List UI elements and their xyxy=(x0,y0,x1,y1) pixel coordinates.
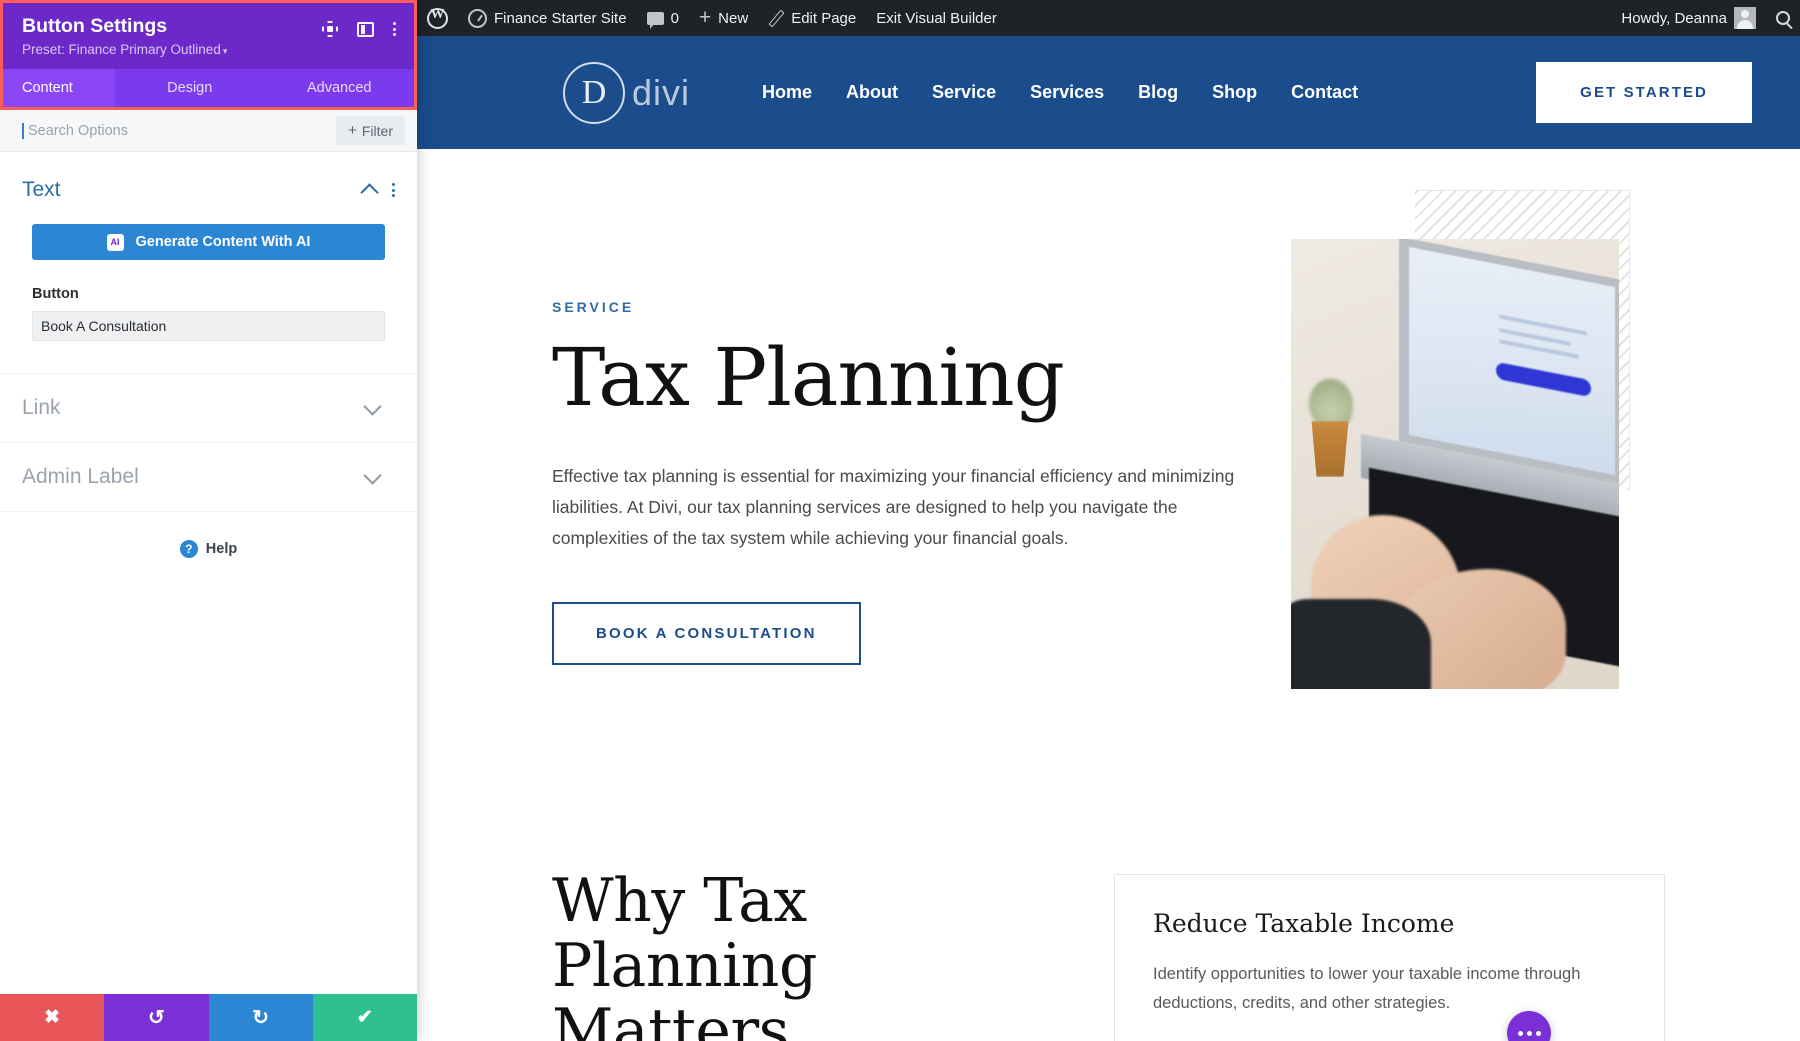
panel-footer-actions: ✖ ↺ ↻ ✔ xyxy=(0,994,417,1041)
undo-icon: ↺ xyxy=(147,1006,165,1029)
button-field-label: Button xyxy=(32,286,79,303)
howdy-label: Howdy, Deanna xyxy=(1621,9,1727,27)
account-menu[interactable]: Howdy, Deanna xyxy=(1611,0,1766,36)
tab-content[interactable]: Content xyxy=(0,69,115,108)
why-title: Why Tax Planning Matters xyxy=(552,866,817,1041)
help-link[interactable]: ? Help xyxy=(0,512,417,586)
wp-logo-menu[interactable] xyxy=(417,0,458,36)
more-options-icon[interactable] xyxy=(393,22,396,36)
checkmark-icon: ✔ xyxy=(356,1007,373,1028)
exit-visual-builder-label: Exit Visual Builder xyxy=(876,9,997,27)
site-logo[interactable]: D divi xyxy=(563,61,691,124)
nav-item-about[interactable]: About xyxy=(829,82,915,103)
section-options-icon[interactable] xyxy=(392,183,395,198)
panel-preset-selector[interactable]: Preset: Finance Primary Outlined ▾ xyxy=(22,42,322,57)
button-settings-panel: Button Settings Preset: Finance Primary … xyxy=(0,0,417,1041)
comment-bubble-icon xyxy=(646,11,664,29)
section-text-title: Text xyxy=(22,178,61,202)
section-admin-label-title: Admin Label xyxy=(22,465,139,489)
primary-navigation: Home About Service Services Blog Shop Co… xyxy=(745,82,1375,103)
dashboard-icon xyxy=(468,8,487,28)
visual-builder-canvas: D divi Home About Service Services Blog … xyxy=(417,36,1800,1041)
new-content-menu[interactable]: + New xyxy=(689,0,758,36)
hero-image-column xyxy=(1272,190,1665,689)
nav-item-blog[interactable]: Blog xyxy=(1121,82,1195,103)
panel-body: Text AI Generate Content With AI Button … xyxy=(0,152,417,994)
panel-header: Button Settings Preset: Finance Primary … xyxy=(0,0,414,70)
plus-icon: + xyxy=(698,5,712,29)
panel-header-highlight: Button Settings Preset: Finance Primary … xyxy=(0,0,417,111)
ai-button-label: Generate Content With AI xyxy=(135,234,311,251)
why-cards-column: Reduce Taxable Income Identify opportuni… xyxy=(1114,869,1665,1041)
site-name-label: Finance Starter Site xyxy=(494,9,627,27)
generate-content-with-ai-button[interactable]: AI Generate Content With AI xyxy=(32,224,385,261)
card-title: Reduce Taxable Income xyxy=(1153,909,1455,938)
layout-panel-icon[interactable] xyxy=(357,21,374,37)
section-text: Text AI Generate Content With AI Button … xyxy=(0,152,417,375)
section-link-title: Link xyxy=(22,396,61,420)
filter-label: Filter xyxy=(361,122,393,139)
tab-advanced[interactable]: Advanced xyxy=(265,69,415,107)
why-text-column: Why Tax Planning Matters Tax planning in… xyxy=(552,869,1032,1041)
comments-count: 0 xyxy=(670,9,679,27)
plus-icon: + xyxy=(348,122,357,140)
nav-item-home[interactable]: Home xyxy=(745,82,829,103)
focus-target-icon[interactable] xyxy=(322,21,338,37)
site-logo-text: divi xyxy=(632,71,691,113)
divi-logo-icon: D xyxy=(563,61,625,124)
user-avatar-icon xyxy=(1734,7,1756,29)
chevron-down-icon[interactable] xyxy=(363,397,382,416)
hero-eyebrow: SERVICE xyxy=(552,299,635,315)
chevron-up-icon[interactable] xyxy=(360,183,379,202)
admin-search-button[interactable] xyxy=(1766,0,1800,36)
undo-button[interactable]: ↺ xyxy=(104,994,209,1041)
panel-title: Button Settings xyxy=(22,15,168,37)
section-admin-label[interactable]: Admin Label xyxy=(0,443,417,513)
site-name-menu[interactable]: Finance Starter Site xyxy=(458,0,637,36)
button-text-input[interactable]: Book A Consultation xyxy=(32,311,385,342)
redo-icon: ↻ xyxy=(252,1006,269,1029)
site-header: D divi Home About Service Services Blog … xyxy=(417,36,1800,149)
hero-section: SERVICE Tax Planning Effective tax plann… xyxy=(417,149,1800,869)
hero-title: Tax Planning xyxy=(552,331,1065,424)
comments-menu[interactable]: 0 xyxy=(637,0,689,36)
search-row: + Filter xyxy=(0,110,417,153)
panel-preset-label: Preset: Finance Primary Outlined xyxy=(22,42,221,58)
hero-paragraph: Effective tax planning is essential for … xyxy=(552,465,1235,548)
card-body: Identify opportunities to lower your tax… xyxy=(1153,965,1581,1013)
filter-button[interactable]: + Filter xyxy=(336,116,405,146)
new-label: New xyxy=(718,9,749,27)
panel-tabs: Content Design Advanced xyxy=(0,69,415,108)
nav-item-services[interactable]: Services xyxy=(1013,82,1121,103)
redo-button[interactable]: ↻ xyxy=(208,994,313,1041)
info-card: Reduce Taxable Income Identify opportuni… xyxy=(1114,874,1665,1041)
edit-page-label: Edit Page xyxy=(791,9,857,27)
get-started-button[interactable]: GET STARTED xyxy=(1536,62,1752,123)
ai-badge-icon: AI xyxy=(106,233,124,251)
nav-item-contact[interactable]: Contact xyxy=(1274,82,1375,103)
edit-page-link[interactable]: Edit Page xyxy=(758,0,866,36)
close-icon: ✖ xyxy=(44,1007,61,1028)
help-label: Help xyxy=(205,541,238,558)
search-icon xyxy=(1776,11,1790,25)
why-section: Why Tax Planning Matters Tax planning in… xyxy=(417,869,1800,1041)
help-question-icon: ? xyxy=(179,540,198,559)
section-link[interactable]: Link xyxy=(0,374,417,444)
pencil-icon xyxy=(768,10,784,26)
cancel-button[interactable]: ✖ xyxy=(0,994,105,1041)
nav-item-service[interactable]: Service xyxy=(915,82,1013,103)
tab-design[interactable]: Design xyxy=(115,69,265,107)
hero-text-column: SERVICE Tax Planning Effective tax plann… xyxy=(552,244,1272,666)
save-button[interactable]: ✔ xyxy=(312,994,417,1041)
chevron-down-icon: ▾ xyxy=(222,46,228,57)
chevron-down-icon[interactable] xyxy=(363,466,382,485)
search-input[interactable] xyxy=(22,122,337,139)
book-a-consultation-button[interactable]: BOOK A CONSULTATION xyxy=(552,602,861,666)
wordpress-logo-icon xyxy=(427,7,448,29)
exit-visual-builder-link[interactable]: Exit Visual Builder xyxy=(866,0,1007,36)
wp-admin-bar: Finance Starter Site 0 + New Edit Page E… xyxy=(417,0,1800,36)
laptop-typing-photo xyxy=(1291,239,1619,689)
nav-item-shop[interactable]: Shop xyxy=(1195,82,1274,103)
